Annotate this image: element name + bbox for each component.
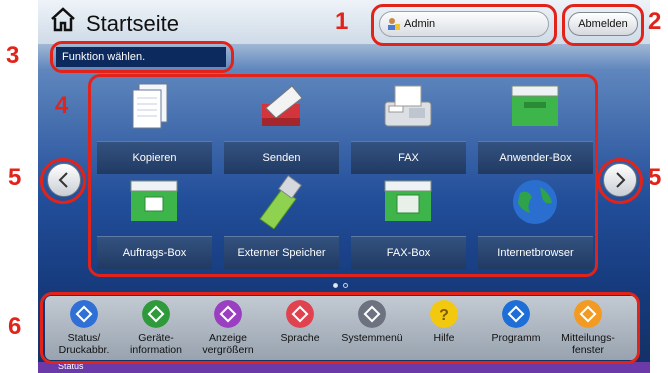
callout-number-5-right: 5 — [648, 164, 662, 191]
page-indicator-dot — [333, 283, 338, 288]
callout-number-2: 2 — [648, 8, 662, 35]
callout-box-1 — [371, 4, 557, 46]
callout-box-4 — [88, 74, 598, 277]
page-indicator-dot — [343, 283, 348, 288]
callout-number-1: 1 — [335, 8, 349, 35]
home-icon[interactable] — [50, 6, 76, 32]
callout-number-4: 4 — [55, 92, 69, 119]
callout-number-3: 3 — [6, 42, 20, 69]
page-title: Startseite — [86, 11, 179, 36]
callout-box-3 — [50, 41, 234, 73]
callout-box-6 — [40, 292, 640, 364]
callout-box-5-left — [40, 158, 86, 204]
callout-number-6: 6 — [8, 313, 22, 340]
callout-box-5-right — [597, 158, 643, 204]
callout-box-2 — [562, 4, 644, 46]
callout-number-5-left: 5 — [8, 164, 22, 191]
